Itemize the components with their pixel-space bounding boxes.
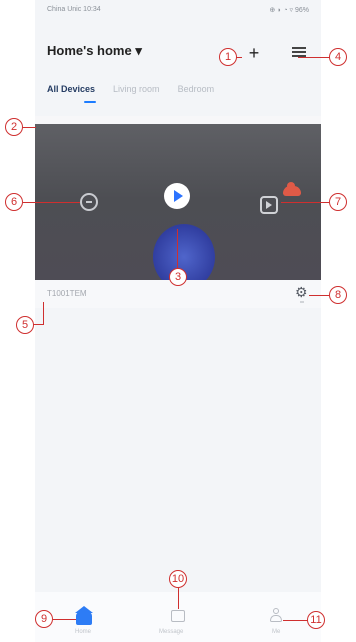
callout-line-8 [309, 295, 329, 296]
status-right: ⊕ ◗ ◔ ▿ 96% [269, 7, 309, 14]
nav-label-message: Message [159, 629, 184, 635]
callout-6: 6 [5, 193, 23, 211]
callout-line-9 [53, 619, 76, 620]
camera-card-header [35, 116, 321, 124]
cloud-icon [283, 182, 301, 196]
screenshot-icon[interactable] [80, 193, 98, 211]
play-button[interactable] [164, 183, 190, 209]
callout-11: 11 [307, 611, 325, 629]
home-title[interactable]: Home's home ▾ [47, 43, 142, 59]
callout-line-4 [298, 57, 330, 58]
home-icon[interactable] [75, 606, 93, 625]
callout-7: 7 [329, 193, 347, 211]
callout-4: 4 [329, 48, 347, 66]
device-name: T1001TEM [47, 289, 87, 298]
settings-indicator [300, 301, 304, 303]
tab-bedroom[interactable]: Bedroom [178, 84, 215, 94]
nav-label-home: Home [75, 629, 92, 635]
callout-line-3 [177, 229, 178, 273]
callout-5: 5 [16, 316, 34, 334]
status-bar: China Unic 10:34 ⊕ ◗ ◔ ▿ 96% [35, 6, 321, 22]
active-tab-indicator [84, 101, 96, 103]
callout-line-5 [43, 302, 44, 325]
callout-10: 10 [169, 570, 187, 588]
record-button[interactable] [260, 196, 278, 214]
callout-2: 2 [5, 118, 23, 136]
room-tabs: All Devices Living room Bedroom [47, 84, 214, 94]
callout-line-10 [178, 588, 179, 609]
callout-9: 9 [35, 610, 53, 628]
callout-3: 3 [169, 268, 187, 286]
settings-icon[interactable] [295, 284, 309, 301]
tab-all-devices[interactable]: All Devices [47, 84, 95, 94]
nav-label-me: Me [272, 629, 281, 635]
phone-screen: China Unic 10:34 ⊕ ◗ ◔ ▿ 96% Home's home… [35, 0, 321, 642]
callout-8: 8 [329, 286, 347, 304]
callout-line-6 [23, 202, 80, 203]
add-device-button[interactable]: + [245, 44, 263, 62]
callout-1: 1 [219, 48, 237, 66]
callout-line-11 [283, 620, 308, 621]
status-left: China Unic 10:34 [47, 6, 101, 13]
tab-living-room[interactable]: Living room [113, 84, 160, 94]
message-icon[interactable] [171, 610, 185, 622]
profile-icon[interactable] [269, 608, 283, 624]
callout-line-7 [281, 202, 329, 203]
